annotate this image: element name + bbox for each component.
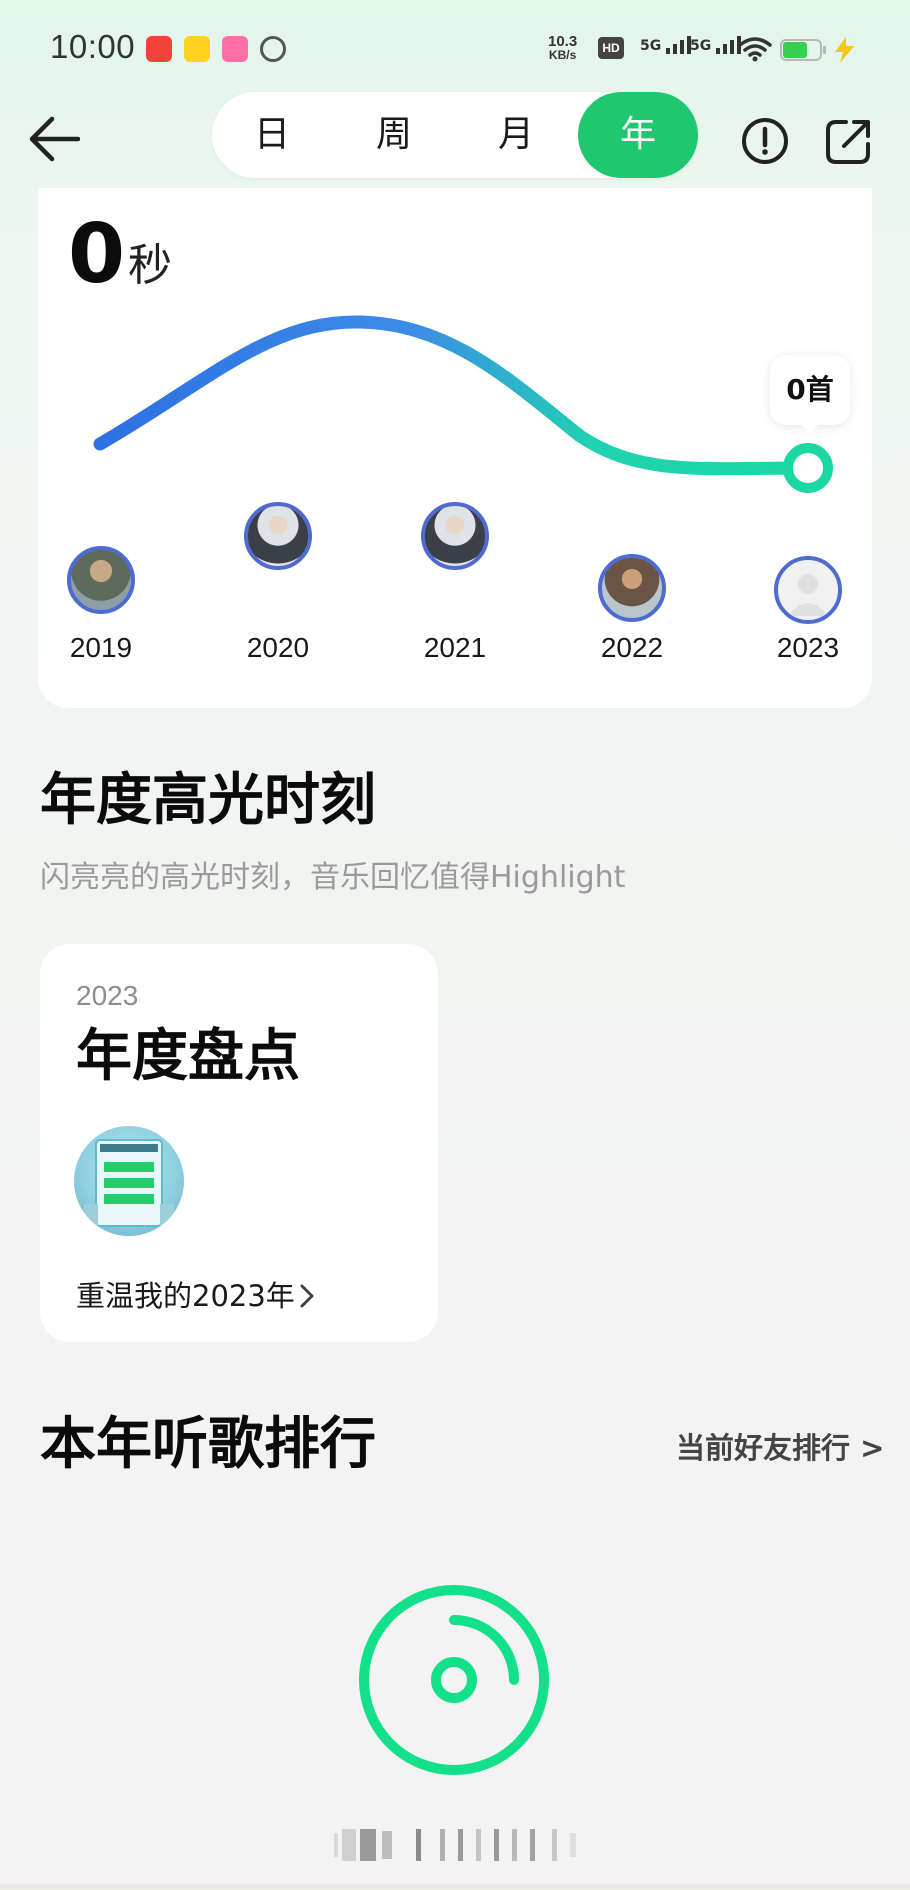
year-label-2019: 2019 [69, 632, 133, 663]
year-avatar-2023[interactable] [748, 556, 868, 624]
annual-review-year: 2023 [76, 980, 139, 1011]
chevron-right-icon[interactable] [296, 1282, 318, 1310]
year-avatar-2022[interactable] [572, 554, 692, 622]
year-label-2021: 2021 [423, 632, 487, 663]
year-label-2020: 2020 [246, 632, 310, 663]
year-avatar-2019[interactable] [41, 546, 161, 614]
trend-line [93, 315, 815, 476]
tooltip-pointer [798, 421, 822, 433]
year-avatar-2020[interactable] [218, 502, 338, 570]
annual-review-cover[interactable] [74, 1126, 184, 1236]
current-year-point [783, 443, 833, 493]
year-label-2022: 2022 [600, 632, 664, 663]
empty-record-disc-icon [359, 1585, 549, 1775]
year-label-2023: 2023 [776, 632, 840, 663]
highlights-subtitle: 闪亮亮的高光时刻，音乐回忆值得Highlight [40, 860, 626, 895]
bottom-edge [0, 1884, 910, 1890]
friends-ranking-link[interactable]: 当前好友排行 > [676, 1428, 884, 1468]
avatar [67, 546, 135, 614]
annual-review-title: 年度盘点 [76, 1024, 300, 1089]
avatar-placeholder [774, 556, 842, 624]
avatar [244, 502, 312, 570]
bottom-indicator-bars [334, 1829, 576, 1861]
avatar [598, 554, 666, 622]
avatar [421, 502, 489, 570]
ranking-title: 本年听歌排行 [40, 1412, 376, 1477]
cover-art-image [84, 1139, 174, 1230]
highlights-title: 年度高光时刻 [40, 768, 376, 833]
song-count-tooltip: 0首 [770, 355, 850, 425]
default-user-icon [788, 574, 828, 616]
year-avatar-2021[interactable] [395, 502, 515, 570]
annual-review-link[interactable]: 重温我的2023年 [76, 1276, 295, 1316]
